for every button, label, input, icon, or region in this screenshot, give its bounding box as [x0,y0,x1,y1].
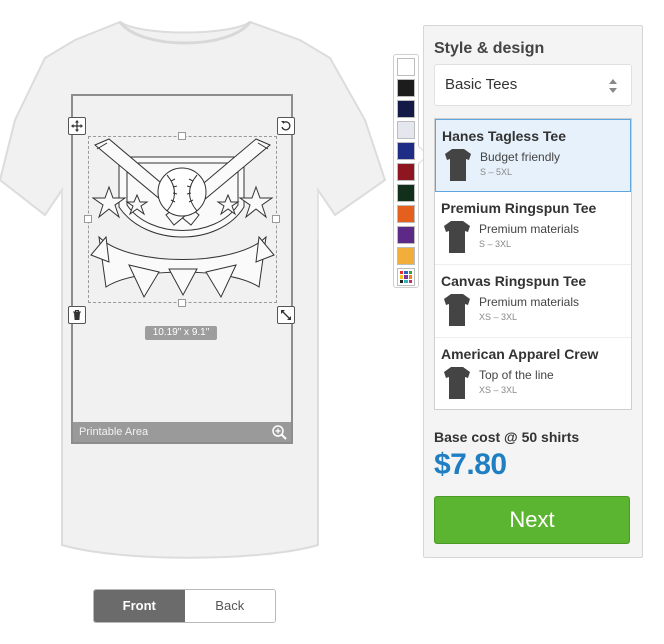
next-button[interactable]: Next [434,496,630,544]
product-name: American Apparel Crew [441,346,599,362]
trash-icon [73,309,81,320]
color-swatch-forest-green[interactable] [397,184,415,202]
multi-color-dot [400,271,404,275]
color-swatch-orange[interactable] [397,205,415,223]
multi-color-dot [408,279,412,283]
product-desc: Top of the line [479,368,554,382]
design-selection-box[interactable] [88,136,277,303]
multi-color-dot [408,275,412,279]
expand-arrows-icon [281,310,291,320]
product-item-american-apparel[interactable]: American Apparel Crew Top of the line XS… [435,338,631,409]
style-design-panel: Style & design Basic Tees Hanes Tagless … [423,25,643,558]
product-desc: Premium materials [479,222,580,236]
more-colors-swatch[interactable] [397,268,415,286]
product-name: Canvas Ringspun Tee [441,273,587,289]
color-swatch-royal-blue[interactable] [397,142,415,160]
front-view-button[interactable]: Front [94,590,185,622]
multi-color-dot [404,275,408,279]
select-arrows-icon [609,79,617,93]
printable-area-bar: Printable Area [73,422,291,442]
design-dimensions-label: 10.19" x 9.1" [145,326,217,340]
multi-color-dot [404,279,408,283]
panel-title: Style & design [434,40,545,57]
tshirt-thumbnail-icon [444,367,470,399]
tshirt-thumbnail-icon [444,294,470,326]
price-value: $7.80 [434,448,507,481]
color-palette [393,54,419,288]
tshirt-thumbnail-icon [444,221,470,253]
resize-handle-right[interactable] [272,215,280,223]
product-sizes: S – 5XL [480,167,513,177]
product-item-canvas-ringspun[interactable]: Canvas Ringspun Tee Premium materials XS… [435,265,631,338]
resize-handle-left[interactable] [84,215,92,223]
color-swatch-gold[interactable] [397,247,415,265]
product-desc: Budget friendly [480,150,561,164]
product-desc: Premium materials [479,295,580,309]
product-list: Hanes Tagless Tee Budget friendly S – 5X… [434,118,632,410]
delete-button[interactable] [68,306,86,324]
resize-handle-top[interactable] [178,132,186,140]
product-item-premium-ringspun[interactable]: Premium Ringspun Tee Premium materials S… [435,192,631,265]
rotate-icon [281,121,291,131]
move-button[interactable] [68,117,86,135]
printable-area-label: Printable Area [79,426,149,438]
style-select-value: Basic Tees [445,76,518,93]
product-sizes: XS – 3XL [479,385,518,395]
product-name: Hanes Tagless Tee [442,128,566,144]
color-swatch-purple[interactable] [397,226,415,244]
view-toggle: Front Back [93,589,276,623]
scale-button[interactable] [277,306,295,324]
baseball-crest-artwork[interactable] [89,137,276,302]
color-swatch-red[interactable] [397,163,415,181]
product-item-hanes[interactable]: Hanes Tagless Tee Budget friendly S – 5X… [435,119,631,192]
design-canvas: Printable Area 10.19" x 9.1" [0,0,392,580]
color-swatch-navy[interactable] [397,100,415,118]
resize-handle-bottom[interactable] [178,299,186,307]
multi-color-dot [400,275,404,279]
zoom-icon[interactable] [271,424,287,440]
style-select[interactable]: Basic Tees [434,64,632,106]
multi-color-dot [404,271,408,275]
multi-color-dot [408,271,412,275]
product-sizes: S – 3XL [479,239,512,249]
color-swatch-light-gray[interactable] [397,121,415,139]
color-swatch-black[interactable] [397,79,415,97]
rotate-button[interactable] [277,117,295,135]
product-name: Premium Ringspun Tee [441,200,597,216]
product-sizes: XS – 3XL [479,312,518,322]
base-cost-label: Base cost @ 50 shirts [434,429,580,445]
move-arrows-icon [71,120,83,132]
tshirt-thumbnail-icon [445,149,471,181]
color-swatch-white[interactable] [397,58,415,76]
back-view-button[interactable]: Back [184,590,275,622]
multi-color-dot [400,279,404,283]
